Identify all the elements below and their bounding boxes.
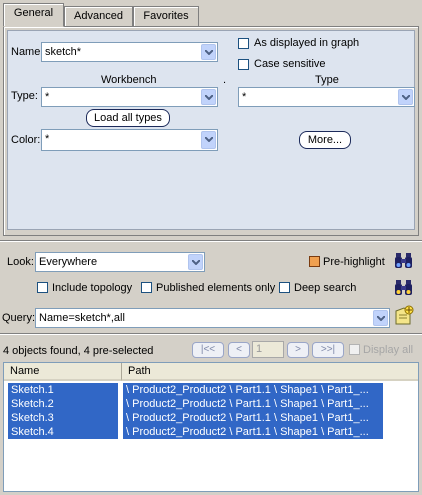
- results-status: 4 objects found, 4 pre-selected: [3, 345, 154, 357]
- tab-favorites[interactable]: Favorites: [133, 6, 199, 26]
- more-button[interactable]: More...: [299, 131, 351, 149]
- deep-search-label: Deep search: [294, 282, 357, 294]
- display-all-checkbox[interactable]: [349, 344, 360, 355]
- name-combo[interactable]: sketch*: [41, 42, 218, 62]
- prehighlight-checkbox[interactable]: [309, 256, 320, 267]
- tab-advanced[interactable]: Advanced: [64, 6, 133, 26]
- query-label: Query:: [2, 312, 36, 324]
- chevron-down-icon[interactable]: [201, 89, 216, 105]
- color-label: Color:: [11, 134, 41, 146]
- workbench-header: Workbench: [101, 74, 157, 86]
- binoculars-select-icon[interactable]: [393, 277, 413, 297]
- chevron-down-icon[interactable]: [188, 254, 203, 270]
- workbench-combo[interactable]: *: [41, 87, 218, 107]
- row-name: Sketch.4: [8, 425, 118, 439]
- general-panel: Name: sketch* As displayed in graph Case…: [3, 26, 419, 236]
- chevron-down-icon[interactable]: [201, 44, 216, 60]
- query-value: Name=sketch*,all: [39, 312, 125, 324]
- case-sensitive-label: Case sensitive: [254, 58, 326, 70]
- divider: [0, 240, 422, 242]
- row-path: \ Product2_Product2 \ Part1.1 \ Shape1 \…: [123, 383, 383, 397]
- type-label: Type:: [11, 90, 38, 102]
- query-combo[interactable]: Name=sketch*,all: [35, 308, 390, 328]
- last-page-button[interactable]: >>|: [312, 342, 344, 358]
- workbench-value: *: [45, 91, 50, 103]
- tab-general[interactable]: General: [3, 3, 64, 27]
- divider: [0, 333, 422, 335]
- next-page-button[interactable]: >: [287, 342, 309, 358]
- published-only-checkbox[interactable]: [141, 282, 152, 293]
- as-displayed-checkbox[interactable]: [238, 38, 249, 49]
- look-value: Everywhere: [39, 256, 98, 268]
- prehighlight-label: Pre-highlight: [323, 256, 385, 268]
- separator-dot: .: [223, 74, 227, 86]
- published-only-label: Published elements only: [156, 282, 276, 294]
- column-header-path[interactable]: Path: [122, 363, 418, 381]
- first-page-button[interactable]: |<<: [192, 342, 224, 358]
- color-combo[interactable]: *: [41, 129, 218, 151]
- include-topology-checkbox[interactable]: [37, 282, 48, 293]
- page-number-field[interactable]: 1: [252, 341, 284, 358]
- display-all-label: Display all: [363, 344, 414, 356]
- binoculars-icon[interactable]: [393, 250, 413, 270]
- row-name: Sketch.1: [8, 383, 118, 397]
- add-favorite-icon[interactable]: [393, 305, 414, 325]
- row-name: Sketch.2: [8, 397, 118, 411]
- results-table[interactable]: Name Path Sketch.1 \ Product2_Product2 \…: [3, 362, 419, 492]
- color-value: *: [45, 133, 50, 145]
- type-header: Type: [315, 74, 339, 86]
- row-path: \ Product2_Product2 \ Part1.1 \ Shape1 \…: [123, 397, 383, 411]
- column-header-name[interactable]: Name: [4, 363, 122, 381]
- name-label: Name:: [11, 46, 44, 58]
- prev-page-button[interactable]: <: [228, 342, 250, 358]
- row-name: Sketch.3: [8, 411, 118, 425]
- type-value: *: [242, 91, 247, 103]
- name-value: sketch*: [45, 46, 82, 58]
- include-topology-label: Include topology: [52, 282, 133, 294]
- look-label: Look:: [7, 256, 34, 268]
- case-sensitive-checkbox[interactable]: [238, 59, 249, 70]
- chevron-down-icon[interactable]: [398, 89, 413, 105]
- row-path: \ Product2_Product2 \ Part1.1 \ Shape1 \…: [123, 411, 383, 425]
- chevron-down-icon[interactable]: [373, 310, 388, 326]
- chevron-down-icon[interactable]: [201, 131, 216, 149]
- row-path: \ Product2_Product2 \ Part1.1 \ Shape1 \…: [123, 425, 383, 439]
- load-all-types-button[interactable]: Load all types: [86, 109, 170, 127]
- criteria-area: Name: sketch* As displayed in graph Case…: [7, 30, 415, 230]
- type-combo[interactable]: *: [238, 87, 415, 107]
- deep-search-checkbox[interactable]: [279, 282, 290, 293]
- look-combo[interactable]: Everywhere: [35, 252, 205, 272]
- as-displayed-label: As displayed in graph: [254, 37, 360, 49]
